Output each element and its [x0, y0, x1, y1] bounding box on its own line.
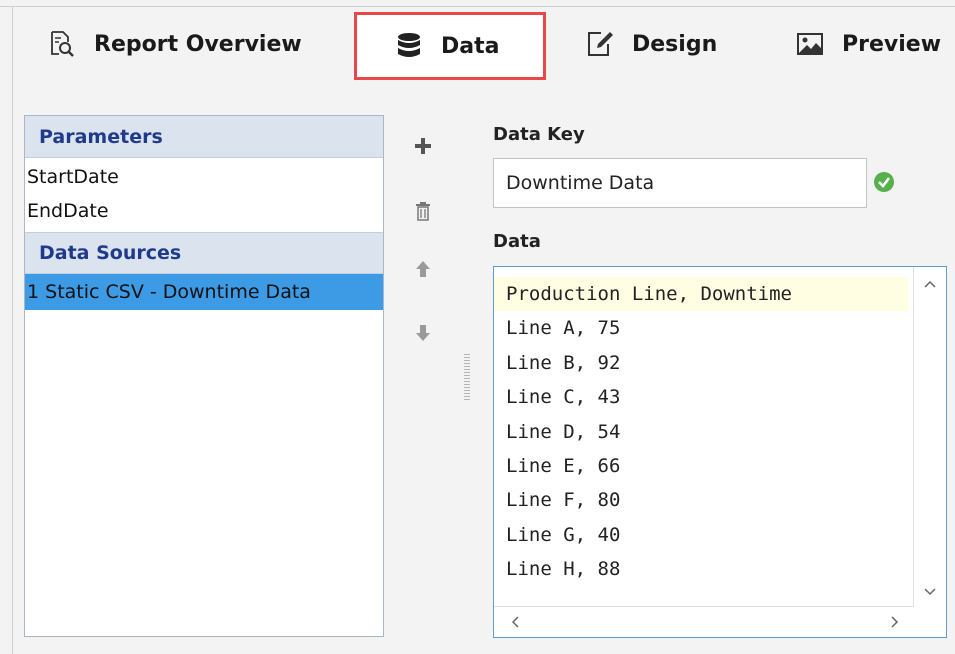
- report-search-icon: [48, 30, 76, 58]
- tab-label: Preview: [842, 31, 942, 57]
- horizontal-scrollbar[interactable]: [494, 606, 914, 637]
- scroll-up-icon[interactable]: [924, 277, 936, 293]
- delete-button[interactable]: [408, 196, 438, 226]
- data-key-label: Data Key: [493, 124, 585, 145]
- data-sources-header: Data Sources: [25, 232, 383, 274]
- data-text-area[interactable]: Production Line, Downtime Line A, 75 Lin…: [493, 266, 947, 638]
- data-line: Line E, 66: [506, 454, 621, 477]
- tab-label: Report Overview: [94, 31, 302, 57]
- data-line: Line C, 43: [506, 386, 621, 409]
- trash-icon: [416, 202, 430, 221]
- tab-label: Data: [441, 33, 500, 59]
- arrow-up-icon: [416, 261, 430, 277]
- tab-label: Design: [632, 31, 718, 57]
- tab-design[interactable]: Design: [586, 12, 717, 76]
- tab-preview[interactable]: Preview: [796, 12, 941, 76]
- data-line: Production Line, Downtime: [494, 277, 908, 312]
- parameter-item-enddate[interactable]: EndDate: [25, 194, 383, 228]
- tab-bar-divider: [0, 6, 955, 7]
- move-up-button[interactable]: [408, 254, 438, 284]
- tab-report-overview[interactable]: Report Overview: [48, 12, 302, 76]
- tab-data[interactable]: Data: [354, 12, 546, 80]
- data-line: Line H, 88: [506, 558, 621, 581]
- edit-icon: [586, 30, 614, 58]
- data-key-input[interactable]: Downtime Data: [493, 158, 867, 208]
- data-text-content: Production Line, Downtime Line A, 75 Lin…: [494, 277, 908, 587]
- scroll-left-icon[interactable]: [510, 616, 520, 632]
- scroll-right-icon[interactable]: [890, 616, 900, 632]
- valid-check-icon: [873, 171, 895, 193]
- parameters-header: Parameters: [25, 116, 383, 158]
- arrow-down-icon: [416, 325, 430, 341]
- scroll-down-icon[interactable]: [924, 585, 936, 601]
- window-left-border: [12, 6, 13, 654]
- data-line: Line A, 75: [506, 317, 621, 340]
- data-line: Line D, 54: [506, 420, 621, 443]
- plus-icon: [415, 138, 431, 154]
- vertical-scrollbar[interactable]: [913, 267, 946, 607]
- image-icon: [796, 30, 824, 58]
- move-down-button[interactable]: [408, 318, 438, 348]
- parameters-datasources-panel: Parameters StartDate EndDate Data Source…: [24, 115, 384, 637]
- tab-bar: Report Overview Data Design Preview: [0, 0, 955, 96]
- data-line: Line F, 80: [506, 489, 621, 512]
- database-icon: [395, 32, 423, 60]
- splitter-grip[interactable]: [464, 354, 470, 400]
- data-line: Line G, 40: [506, 523, 621, 546]
- data-source-item[interactable]: 1 Static CSV - Downtime Data: [25, 274, 383, 310]
- data-label: Data: [493, 231, 541, 252]
- data-line: Line B, 92: [506, 351, 621, 374]
- parameter-item-startdate[interactable]: StartDate: [25, 160, 383, 194]
- add-button[interactable]: [408, 131, 438, 161]
